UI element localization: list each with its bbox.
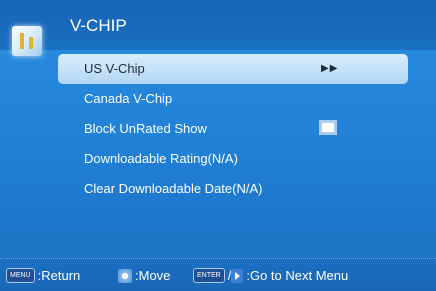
v-chip-menu: US V-Chip ▶▶ Canada V-Chip Block UnRated… xyxy=(58,54,408,204)
menu-item-downloadable-rating[interactable]: Downloadable Rating(N/A) xyxy=(58,144,408,174)
cube-bar xyxy=(20,33,24,49)
play-icon xyxy=(231,268,244,283)
next-menu-label: :Go to Next Menu xyxy=(246,268,349,283)
return-label: :Return xyxy=(37,268,81,283)
cube-bar xyxy=(29,37,33,49)
move-label: :Move xyxy=(135,268,171,283)
menu-item-clear-downloadable-date[interactable]: Clear Downloadable Date(N/A) xyxy=(58,174,408,204)
menu-item-label: Clear Downloadable Date(N/A) xyxy=(84,181,263,196)
submenu-arrow-icon: ▶▶ xyxy=(321,63,339,74)
header-bar xyxy=(0,0,436,50)
menu-item-label: US V-Chip xyxy=(84,61,145,76)
hint-next-menu: ENTER / :Go to Next Menu xyxy=(193,268,348,283)
page-title: V-CHIP xyxy=(70,16,127,35)
menu-item-label: Downloadable Rating(N/A) xyxy=(84,151,238,166)
hint-move: :Move xyxy=(118,268,170,283)
lock-icon xyxy=(12,26,42,56)
menu-item-label: Canada V-Chip xyxy=(84,91,173,106)
menu-key-icon: MENU xyxy=(6,268,35,283)
enter-key-icon: ENTER xyxy=(193,268,225,283)
footer-hints: MENU :Return :Move ENTER / :Go to Next M… xyxy=(0,258,436,291)
menu-item-us-v-chip[interactable]: US V-Chip ▶▶ xyxy=(58,54,408,84)
menu-item-block-unrated-show[interactable]: Block UnRated Show xyxy=(58,114,408,144)
hint-return: MENU :Return xyxy=(6,268,80,283)
menu-item-canada-v-chip[interactable]: Canada V-Chip xyxy=(58,84,408,114)
dpad-icon xyxy=(118,268,132,283)
menu-item-label: Block UnRated Show xyxy=(84,121,207,136)
block-unrated-checkbox[interactable] xyxy=(319,120,337,135)
v-chip-screen: V-CHIP US V-Chip ▶▶ Canada V-Chip Block … xyxy=(0,0,436,291)
